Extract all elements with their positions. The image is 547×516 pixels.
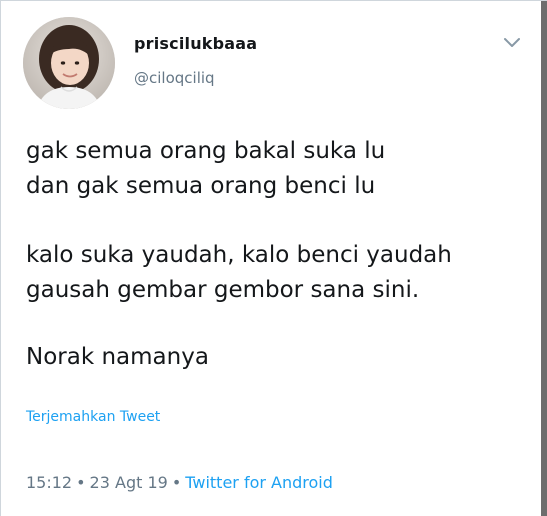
tweet-card: priscilukbaaa @ciloqciliq gak semua oran… xyxy=(0,0,547,516)
display-name[interactable]: priscilukbaaa xyxy=(134,34,257,53)
separator: • xyxy=(76,473,86,492)
tweet-paragraph: Norak namanya xyxy=(26,344,209,370)
tweet-time[interactable]: 15:12 xyxy=(26,473,72,492)
separator: • xyxy=(171,473,182,492)
user-handle[interactable]: @ciloqciliq xyxy=(134,69,257,87)
tweet-metadata: 15:12 • 23 Agt 19 • Twitter for Android xyxy=(26,473,333,492)
chevron-down-icon[interactable] xyxy=(501,31,523,53)
tweet-paragraph: kalo suka yaudah, kalo benci yaudah gaus… xyxy=(26,242,452,303)
tweet-header: priscilukbaaa @ciloqciliq xyxy=(23,17,527,113)
tweet-source-link[interactable]: Twitter for Android xyxy=(185,473,333,492)
user-names[interactable]: priscilukbaaa @ciloqciliq xyxy=(134,34,257,87)
translate-tweet-link[interactable]: Terjemahkan Tweet xyxy=(26,409,160,425)
avatar[interactable] xyxy=(23,17,115,109)
tweet-date[interactable]: 23 Agt 19 xyxy=(90,473,168,492)
window-edge xyxy=(541,1,547,516)
tweet-paragraph: gak semua orang bakal suka lu dan gak se… xyxy=(26,138,386,199)
avatar-photo xyxy=(23,17,115,109)
tweet-text: gak semua orang bakal suka lu dan gak se… xyxy=(26,134,527,375)
